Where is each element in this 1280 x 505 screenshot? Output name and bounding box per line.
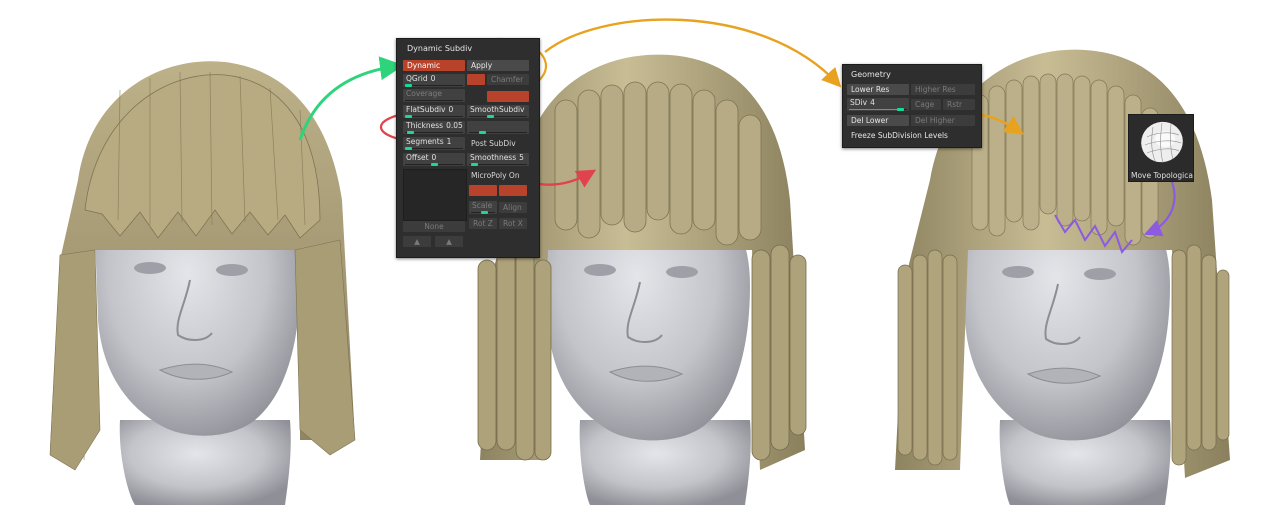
brush-thumbnail-icon (1141, 121, 1183, 164)
eye-left (584, 264, 616, 276)
apply-button[interactable]: Apply (467, 60, 529, 71)
qgrid-label: QGrid (406, 74, 428, 83)
qgrid-slider[interactable]: QGrid 0 (403, 74, 465, 87)
scale-label: Scale (472, 201, 493, 210)
bust-flat-hair (49, 61, 356, 505)
flatsubdiv-slider[interactable]: FlatSubdiv 0 (403, 105, 465, 118)
arrow-up-button-left[interactable]: ▲ (403, 236, 431, 247)
hair-side-left (49, 249, 101, 471)
micropoly-label: MicroPoly On (471, 171, 520, 180)
coverage-label: Coverage (406, 89, 442, 98)
eye-left (134, 262, 166, 274)
chamfer-button[interactable]: Chamfer (487, 74, 529, 85)
dynamic-subdiv-panel: Dynamic Subdiv Dynamic Apply QGrid 0 Cham… (396, 38, 540, 258)
offset-label: Offset (406, 153, 429, 162)
thickness-label: Thickness (406, 121, 444, 130)
offset-value: 0 (431, 153, 437, 162)
align-button[interactable]: Align (499, 202, 527, 213)
cage-button[interactable]: Cage (911, 99, 941, 110)
smoothsubdiv-label: SmoothSubdiv (470, 105, 525, 114)
flatsubdiv-value: 0 (448, 105, 454, 114)
del-lower-button[interactable]: Del Lower (847, 115, 909, 126)
higher-res-button[interactable]: Higher Res (911, 84, 975, 95)
sdiv-label: SDiv (850, 98, 868, 107)
rot-z-button[interactable]: Rot Z (469, 218, 497, 229)
segments-value: 1 (446, 137, 452, 146)
rstr-button[interactable]: Rstr (943, 99, 975, 110)
eye-right (666, 266, 698, 278)
panel-title: Dynamic Subdiv (407, 44, 473, 53)
dynamic-button[interactable]: Dynamic (403, 60, 465, 71)
post-subdiv-label: Post SubDiv (471, 139, 516, 148)
hair-side-right (294, 239, 356, 456)
smoothness-value: 5 (519, 153, 524, 162)
segments-label: Segments (406, 137, 444, 146)
move-topological-brush[interactable]: Move Topologica (1128, 114, 1194, 182)
eye-right (216, 264, 248, 276)
segments-slider[interactable]: Segments 1 (403, 137, 465, 150)
none-button[interactable]: None (403, 221, 465, 232)
move-topological-label: Move Topologica (1131, 171, 1193, 180)
lower-res-button[interactable]: Lower Res (847, 84, 909, 95)
qgrid-value: 0 (430, 74, 436, 83)
sdiv-slider[interactable]: SDiv 4 (847, 98, 909, 111)
eye-left (1002, 266, 1034, 278)
arrow-up-button-right[interactable]: ▲ (435, 236, 463, 247)
coverage-slider[interactable]: Coverage (403, 89, 465, 102)
post-subdiv-blank[interactable] (467, 121, 529, 134)
sdiv-value: 4 (870, 98, 875, 107)
smoothness-label: Smoothness (470, 153, 517, 162)
smoothness-slider[interactable]: Smoothness 5 (467, 153, 529, 166)
geometry-panel: Geometry Lower Res Higher Res SDiv 4 Cage… (842, 64, 982, 148)
flatsubdiv-label: FlatSubdiv (406, 105, 446, 114)
scale-slider[interactable]: Scale (469, 201, 497, 214)
geometry-title: Geometry (851, 70, 891, 79)
coverage-toggle[interactable] (487, 91, 529, 102)
thickness-slider[interactable]: Thickness 0.05 (403, 121, 465, 134)
freeze-subdiv-button[interactable]: Freeze SubDivision Levels (847, 130, 975, 141)
micropoly-btn-b[interactable] (499, 185, 527, 196)
eye-right (1084, 268, 1116, 280)
rot-x-button[interactable]: Rot X (499, 218, 527, 229)
illustration-canvas (49, 18, 1230, 505)
preview-box (403, 169, 467, 221)
del-higher-button[interactable]: Del Higher (911, 115, 975, 126)
micropoly-btn-a[interactable] (469, 185, 497, 196)
offset-slider[interactable]: Offset 0 (403, 153, 465, 166)
qgrid-toggle[interactable] (467, 74, 485, 85)
smoothsubdiv-slider[interactable]: SmoothSubdiv (467, 105, 529, 118)
thickness-value: 0.05 (446, 121, 463, 130)
